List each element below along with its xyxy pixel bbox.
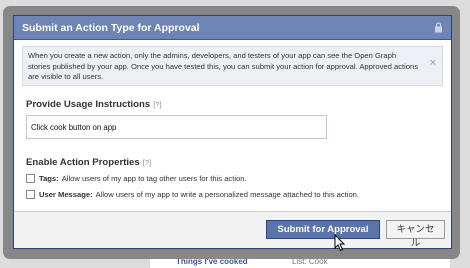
approval-dialog: Submit an Action Type for Approval When …	[13, 15, 452, 249]
usage-section-title: Provide Usage Instructions [?]	[26, 99, 162, 110]
submit-for-approval-button[interactable]: Submit for Approval	[266, 220, 380, 239]
tags-property-row: Tags: Allow users of my app to tag other…	[26, 174, 247, 183]
usage-title-text: Provide Usage Instructions	[26, 99, 151, 110]
tags-label: Tags:	[39, 174, 59, 183]
properties-help-link[interactable]: [?]	[143, 158, 151, 167]
dialog-footer: Submit for Approval キャンセル	[14, 211, 451, 249]
notice-text: When you create a new action, only the a…	[28, 51, 419, 82]
user-message-checkbox[interactable]	[26, 190, 35, 199]
dialog-title: Submit an Action Type for Approval	[22, 21, 200, 34]
usage-instructions-input[interactable]	[26, 115, 327, 139]
user-message-label: User Message:	[39, 190, 93, 199]
dialog-header: Submit an Action Type for Approval	[14, 16, 451, 40]
user-message-description: Allow users of my app to write a persona…	[95, 190, 359, 199]
info-notice: When you create a new action, only the a…	[22, 46, 443, 86]
cancel-button[interactable]: キャンセル	[386, 220, 445, 249]
user-message-property-row: User Message: Allow users of my app to w…	[26, 190, 359, 199]
tags-description: Allow users of my app to tag other users…	[61, 174, 247, 183]
properties-title-text: Enable Action Properties	[26, 157, 140, 168]
tags-checkbox[interactable]	[26, 174, 35, 183]
lock-icon	[435, 22, 442, 33]
close-icon[interactable]: ×	[430, 58, 436, 69]
mouse-pointer-icon	[334, 234, 346, 252]
usage-help-link[interactable]: [?]	[153, 100, 161, 109]
properties-section-title: Enable Action Properties [?]	[26, 157, 151, 168]
